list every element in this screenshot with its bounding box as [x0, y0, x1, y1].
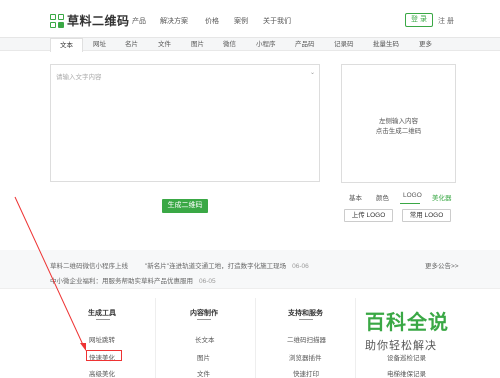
nav-solutions[interactable]: 解决方案 — [160, 16, 188, 26]
tab-file[interactable]: 文件 — [158, 38, 171, 51]
tab-more[interactable]: 更多 — [419, 38, 432, 51]
tab-text[interactable]: 文本 — [50, 38, 83, 52]
footer-link-elevator-maintenance[interactable]: 电梯维保记录 — [387, 368, 426, 378]
style-tab-basic[interactable]: 基本 — [349, 192, 362, 202]
announcement-strip: 草料二维码微信小程序上线 "新名片"连进轨道交通工地，打造数字化施工现场 06-0… — [0, 250, 500, 288]
news-item[interactable]: 中小微企业福利：用服务帮助实草料产品优惠服用 06-05 — [50, 275, 216, 285]
preview-hint-1: 左侧输入内容 — [379, 118, 418, 125]
common-logo-button[interactable]: 常用 LOGO — [402, 209, 451, 222]
highlight-box — [86, 350, 122, 361]
footer-col-title: 支持和服务 — [288, 310, 323, 317]
top-header: 草料二维码 产品 解决方案 价格 案例 关于我们 登 录 注 册 — [0, 0, 500, 38]
nav-products[interactable]: 产品 — [132, 16, 146, 26]
footer-link-advanced-beautify[interactable]: 高级美化 — [89, 368, 115, 378]
divider — [255, 298, 256, 378]
footer-link-image[interactable]: 图片 — [197, 352, 210, 362]
divider — [355, 298, 356, 378]
nav-cases[interactable]: 案例 — [234, 16, 248, 26]
footer-link-equipment-inspection[interactable]: 设备巡检记录 — [387, 352, 426, 362]
style-tab-indicator — [400, 203, 420, 204]
tab-card[interactable]: 名片 — [125, 38, 138, 51]
style-tab-color[interactable]: 颜色 — [376, 192, 389, 202]
content-type-tabs: 文本 网址 名片 文件 图片 微信 小程序 产品码 记录码 批量生码 更多 — [0, 38, 500, 52]
qr-logo-icon — [50, 13, 64, 28]
register-link[interactable]: 注 册 — [438, 16, 454, 26]
divider — [197, 319, 211, 320]
style-tab-beautify[interactable]: 美化器 — [432, 192, 452, 202]
logo-text: 草料二维码 — [67, 14, 130, 28]
login-button[interactable]: 登 录 — [405, 13, 433, 27]
qr-preview-panel: 左侧输入内容 点击生成二维码 — [341, 64, 456, 183]
footer-link-quick-print[interactable]: 快速打印 — [293, 368, 319, 378]
upload-logo-button[interactable]: 上传 LOGO — [344, 209, 393, 222]
tab-miniprogram[interactable]: 小程序 — [256, 38, 276, 51]
preview-hint-2: 点击生成二维码 — [375, 128, 422, 135]
footer-link-file[interactable]: 文件 — [197, 368, 210, 378]
news-item[interactable]: "新名片"连进轨道交通工地，打造数字化施工现场 06-06 — [145, 260, 309, 270]
tab-product-code[interactable]: 产品码 — [295, 38, 315, 51]
text-input-placeholder: 请输入文字内容 — [56, 74, 102, 81]
chevron-down-icon[interactable]: ⌄ — [310, 69, 315, 76]
footer-col-title: 内容制作 — [190, 310, 218, 317]
footer-col-title: 生成工具 — [88, 310, 116, 317]
footer-link-long-text[interactable]: 长文本 — [195, 334, 215, 344]
divider — [155, 298, 156, 378]
footer-link-url-redirect[interactable]: 网址跳转 — [89, 334, 115, 344]
news-item[interactable]: 草料二维码微信小程序上线 — [50, 260, 128, 270]
divider — [96, 319, 110, 320]
watermark: 百科全说 助你轻松解决 — [365, 312, 449, 352]
style-tab-logo[interactable]: LOGO — [403, 192, 422, 199]
more-announcements-link[interactable]: 更多公告>> — [425, 260, 459, 270]
tab-batch[interactable]: 批量生码 — [373, 38, 399, 51]
footer-link-qr-scanner[interactable]: 二维码扫描器 — [287, 334, 326, 344]
tab-wechat[interactable]: 微信 — [223, 38, 236, 51]
nav-about[interactable]: 关于我们 — [263, 16, 291, 26]
site-logo[interactable]: 草料二维码 — [50, 12, 130, 29]
tab-record-code[interactable]: 记录码 — [334, 38, 354, 51]
tab-image[interactable]: 图片 — [191, 38, 204, 51]
divider — [299, 319, 313, 320]
nav-pricing[interactable]: 价格 — [205, 16, 219, 26]
generate-qr-button[interactable]: 生成二维码 — [162, 199, 208, 213]
text-content-input[interactable]: 请输入文字内容 ⌄ — [50, 64, 320, 182]
footer-link-browser-plugin[interactable]: 浏览器插件 — [289, 352, 322, 362]
tab-url[interactable]: 网址 — [93, 38, 106, 51]
